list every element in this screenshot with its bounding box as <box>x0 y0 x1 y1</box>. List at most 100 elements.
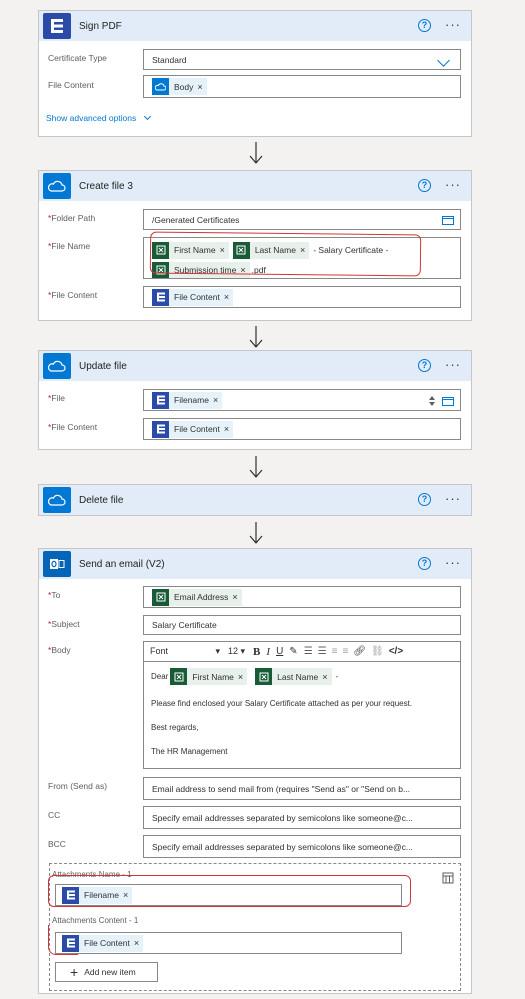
excel-icon <box>152 588 169 606</box>
sign-pdf-header[interactable]: Sign PDF ? ··· <box>39 11 471 41</box>
add-new-item-button[interactable]: + Add new item <box>55 962 158 982</box>
sort-arrows-icon[interactable] <box>428 394 436 408</box>
help-icon[interactable]: ? <box>418 179 431 192</box>
remove-token-icon[interactable]: × <box>134 938 139 948</box>
highlight-pen-icon[interactable]: ✎ <box>289 646 297 657</box>
file-content-field[interactable]: Body × <box>143 75 461 98</box>
delete-file-card: Delete file ? ··· <box>38 484 472 516</box>
caret-down-icon: ▾ <box>215 646 220 656</box>
show-advanced-options-link[interactable]: Show advanced options <box>46 112 151 123</box>
card-title: Create file 3 <box>79 180 133 192</box>
attachments-content-field[interactable]: File Content × <box>55 932 402 954</box>
token-file-content[interactable]: File Content × <box>152 288 234 306</box>
font-family-dropdown[interactable]: Font ▾ <box>150 646 220 657</box>
token-body[interactable]: Body × <box>152 78 207 95</box>
bcc-field[interactable]: Specify email addresses separated by sem… <box>143 835 461 858</box>
flow-arrow-icon <box>249 326 263 348</box>
bold-icon[interactable]: B <box>253 646 260 658</box>
onedrive-icon <box>152 78 169 95</box>
to-label: *To <box>48 590 61 600</box>
decrease-indent-icon[interactable]: ≡ <box>332 646 338 657</box>
card-title: Update file <box>79 360 127 372</box>
switch-to-array-icon[interactable] <box>442 872 454 884</box>
file-content-field[interactable]: File Content × <box>143 286 461 308</box>
encodian-icon <box>152 420 169 438</box>
help-icon[interactable]: ? <box>418 493 431 506</box>
onedrive-icon <box>43 173 71 199</box>
flow-arrow-icon <box>249 142 263 164</box>
underline-icon[interactable]: U <box>276 646 283 657</box>
remove-token-icon[interactable]: × <box>238 672 243 682</box>
more-options-icon[interactable]: ··· <box>445 357 461 372</box>
email-body-editor[interactable]: Dear First Name × Last Name × - Please f… <box>143 661 461 769</box>
folder-picker-icon[interactable] <box>442 396 454 406</box>
file-field[interactable]: Filename × <box>143 389 461 411</box>
help-icon[interactable]: ? <box>418 557 431 570</box>
italic-icon[interactable]: I <box>266 646 270 658</box>
from-label: From (Send as) <box>48 781 108 791</box>
update-file-card: Update file ? ··· *File Filename × *File… <box>38 350 472 450</box>
token-file-content[interactable]: File Content × <box>152 420 234 438</box>
rich-text-toolbar: Font ▾ 12 ▾ B I U ✎ ☰ ☰ ≡ ≡ 🔗︎ ⛓︎ </> <box>143 641 461 661</box>
link-icon[interactable]: 🔗︎ <box>353 646 366 657</box>
body-dash-text: - <box>335 672 339 681</box>
certificate-type-label: Certificate Type <box>48 53 107 63</box>
folder-path-field[interactable]: /Generated Certificates <box>143 209 461 230</box>
attachments-content-label: Attachments Content - 1 <box>52 916 139 925</box>
from-field[interactable]: Email address to send mail from (require… <box>143 777 461 800</box>
bcc-placeholder: Specify email addresses separated by sem… <box>152 841 413 852</box>
subject-label: *Subject <box>48 619 80 629</box>
remove-token-icon[interactable]: × <box>232 592 237 602</box>
outlook-icon <box>43 551 71 577</box>
create-file-header[interactable]: Create file 3 ? ··· <box>39 171 471 201</box>
cc-placeholder: Specify email addresses separated by sem… <box>152 812 413 823</box>
remove-token-icon[interactable]: × <box>213 395 218 405</box>
delete-file-header[interactable]: Delete file ? ··· <box>39 485 471 515</box>
cc-field[interactable]: Specify email addresses separated by sem… <box>143 806 461 829</box>
increase-indent-icon[interactable]: ≡ <box>342 646 348 657</box>
more-options-icon[interactable]: ··· <box>445 177 461 192</box>
token-filename[interactable]: Filename × <box>152 391 223 409</box>
remove-token-icon[interactable]: × <box>224 424 229 434</box>
remove-token-icon[interactable]: × <box>197 82 202 92</box>
token-email-address[interactable]: Email Address × <box>152 588 242 606</box>
card-title: Sign PDF <box>79 20 122 32</box>
file-content-label: *File Content <box>48 422 98 432</box>
folder-picker-icon[interactable] <box>442 215 454 225</box>
encodian-icon <box>152 288 169 306</box>
token-last-name[interactable]: Last Name × <box>255 668 332 685</box>
send-email-header[interactable]: Send an email (V2) ? ··· <box>39 549 471 579</box>
highlight-annotation <box>48 925 78 955</box>
file-label: *File <box>48 393 66 403</box>
send-email-card: Send an email (V2) ? ··· *To Email Addre… <box>38 548 472 994</box>
folder-path-label: *Folder Path <box>48 213 96 223</box>
more-options-icon[interactable]: ··· <box>445 17 461 32</box>
to-field[interactable]: Email Address × <box>143 586 461 608</box>
help-icon[interactable]: ? <box>418 19 431 32</box>
more-options-icon[interactable]: ··· <box>445 555 461 570</box>
more-options-icon[interactable]: ··· <box>445 491 461 506</box>
font-size-dropdown[interactable]: 12 ▾ <box>228 646 245 657</box>
numbered-list-icon[interactable]: ☰ <box>318 646 327 657</box>
subject-field[interactable]: Salary Certificate <box>143 615 461 635</box>
certificate-type-dropdown[interactable]: Standard <box>143 49 461 70</box>
body-line-3: The HR Management <box>151 747 228 756</box>
body-line-1: Please find enclosed your Salary Certifi… <box>151 699 413 708</box>
token-first-name[interactable]: First Name × <box>170 668 248 685</box>
unlink-icon[interactable]: ⛓︎ <box>371 646 384 657</box>
remove-token-icon[interactable]: × <box>322 672 327 682</box>
file-content-label: *File Content <box>48 290 98 300</box>
sign-pdf-card: Sign PDF ? ··· Certificate Type Standard… <box>38 10 472 137</box>
file-content-label: File Content <box>48 80 94 90</box>
flow-arrow-icon <box>249 456 263 478</box>
remove-token-icon[interactable]: × <box>224 292 229 302</box>
encodian-icon <box>43 13 71 39</box>
excel-icon <box>255 668 273 685</box>
code-view-icon[interactable]: </> <box>389 646 403 657</box>
bulleted-list-icon[interactable]: ☰ <box>304 646 313 657</box>
chevron-down-icon <box>143 112 151 121</box>
folder-path-value: /Generated Certificates <box>152 214 240 225</box>
help-icon[interactable]: ? <box>418 359 431 372</box>
file-content-field[interactable]: File Content × <box>143 418 461 440</box>
update-file-header[interactable]: Update file ? ··· <box>39 351 471 381</box>
